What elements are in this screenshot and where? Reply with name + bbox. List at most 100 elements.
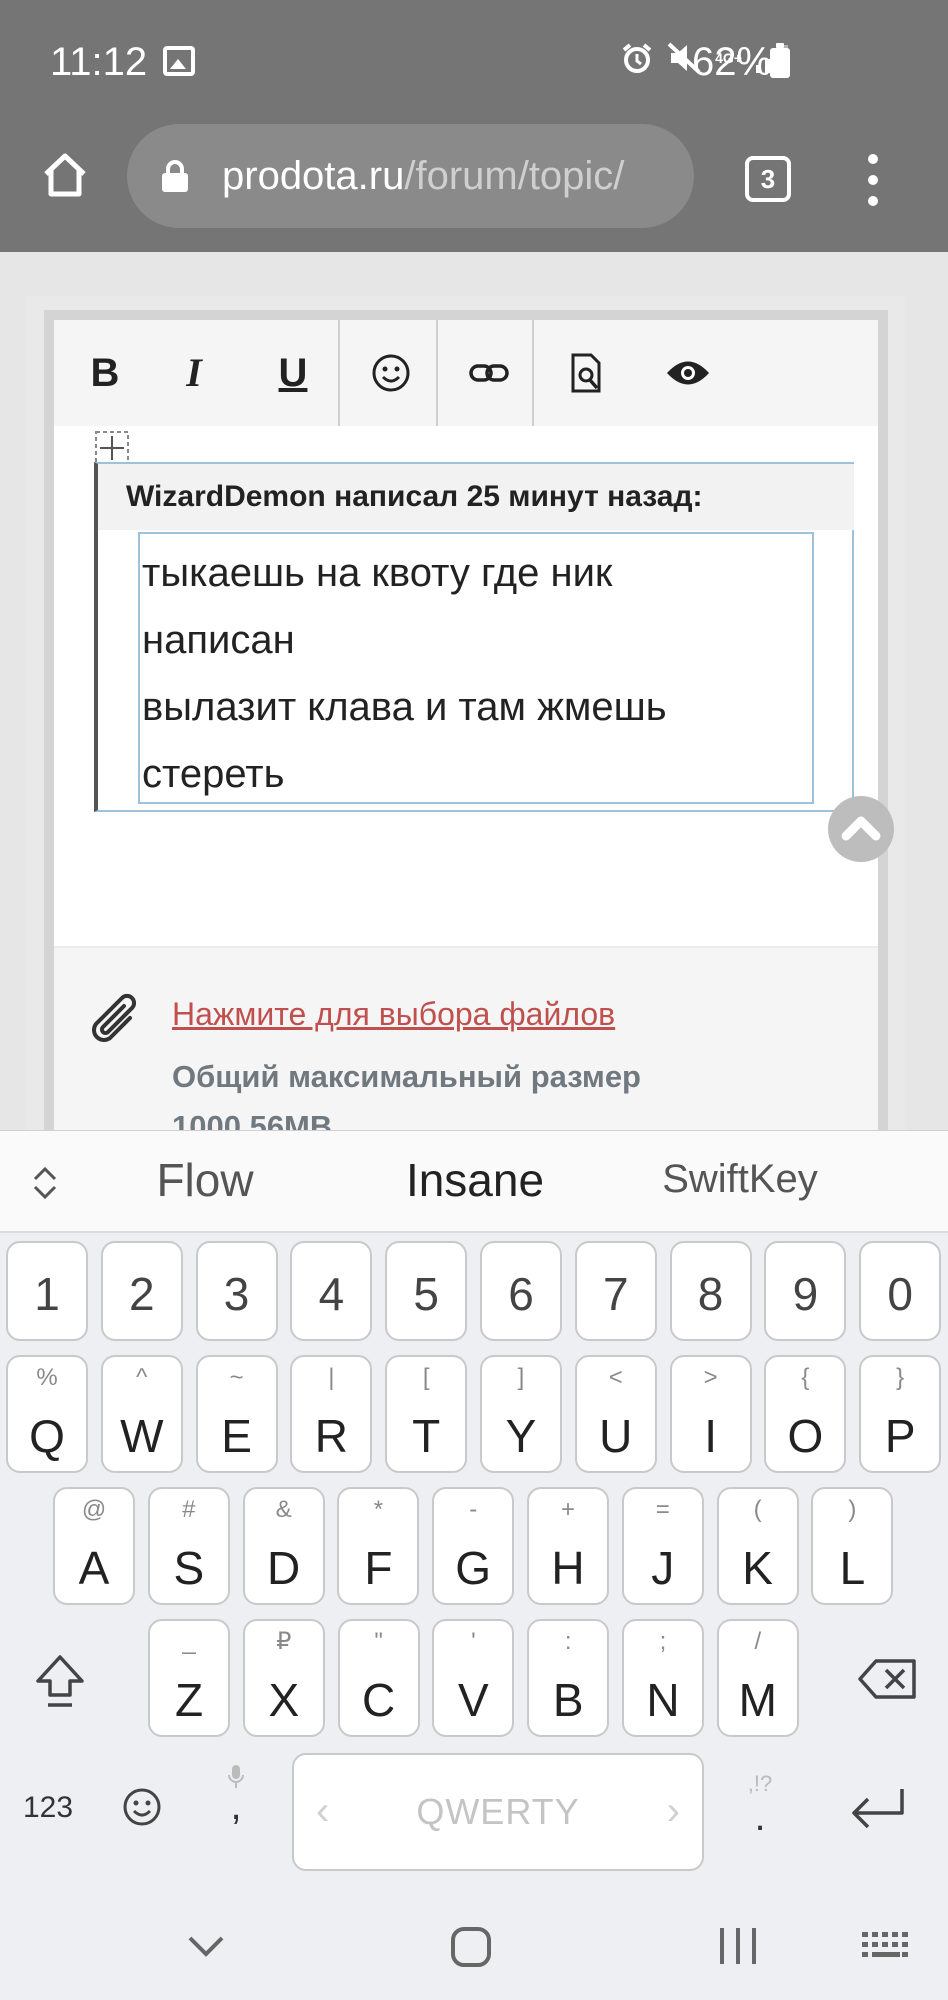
key-8[interactable]: 8	[669, 1241, 752, 1341]
key-q[interactable]: % Q	[6, 1355, 88, 1473]
key-k[interactable]: (K	[716, 1487, 799, 1605]
keyboard-switch-icon[interactable]	[860, 1930, 912, 1962]
phone-screen: 11:12 4G+ 62% prodota.ru/forum/topic/ 3 …	[0, 0, 948, 2000]
web-page: B I U WizardDemon написал 25 минут назад…	[0, 252, 948, 1144]
key-g[interactable]: -G	[432, 1487, 515, 1605]
enter-key[interactable]	[848, 1785, 908, 1831]
key-5-label: 5	[413, 1268, 439, 1320]
key-m[interactable]: / M	[716, 1619, 799, 1737]
key-b-alt-label: :	[564, 1628, 572, 1655]
key-s[interactable]: # S	[147, 1487, 230, 1605]
key-z[interactable]: _ Z	[148, 1619, 230, 1737]
key-a[interactable]: @ A	[53, 1487, 135, 1605]
key-n-alt-label: ;	[659, 1628, 667, 1655]
address-bar[interactable]: prodota.ru/forum/topic/	[127, 124, 694, 228]
key-r-alt-label: |	[328, 1364, 335, 1391]
suggestion-2[interactable]: Insane	[360, 1153, 590, 1207]
quote-header[interactable]: WizardDemon написал 25 минут назад:	[98, 464, 854, 530]
home-nav-icon[interactable]	[450, 1926, 492, 1968]
link-button[interactable]	[464, 346, 514, 400]
suggestion-bar: Flow Insane SwiftKey	[0, 1131, 948, 1233]
key-5[interactable]: 5	[385, 1241, 468, 1341]
key-n-label: N	[646, 1674, 680, 1726]
key-h-label: H	[551, 1542, 585, 1594]
key-x[interactable]: ₽ X	[242, 1619, 325, 1737]
italic-button[interactable]: I	[174, 346, 214, 400]
bold-button[interactable]: B	[80, 346, 130, 400]
key-u[interactable]: < U	[574, 1355, 657, 1473]
tab-switcher-button[interactable]: 3	[745, 156, 791, 202]
url-path: /forum/topic/	[404, 154, 625, 198]
expand-toolbar-icon[interactable]	[30, 1163, 60, 1203]
key-9[interactable]: 9	[764, 1241, 847, 1341]
key-i[interactable]: > I	[669, 1355, 752, 1473]
key-t-alt-label: [	[422, 1364, 430, 1391]
shift-key[interactable]	[32, 1651, 88, 1711]
key-w[interactable]: ^ W	[100, 1355, 183, 1473]
quote-body[interactable]: тыкаешь на квоту где ник написан вылазит…	[138, 532, 814, 804]
scroll-top-button[interactable]	[828, 796, 894, 862]
chevron-right-icon: ›	[666, 1789, 680, 1833]
choose-files-link[interactable]: Нажмите для выбора файлов	[172, 996, 615, 1033]
period-key[interactable]: ,!? .	[738, 1771, 782, 1861]
view-button[interactable]	[658, 346, 718, 400]
suggestion-1[interactable]: Flow	[100, 1153, 310, 1207]
key-6[interactable]: 6	[480, 1241, 562, 1341]
key-j-label: J	[651, 1542, 675, 1594]
comma-key[interactable]: ,	[214, 1763, 258, 1863]
key-1[interactable]: 1	[6, 1241, 88, 1341]
key-3[interactable]: 3	[195, 1241, 278, 1341]
recent-apps-icon[interactable]	[716, 1926, 760, 1966]
hide-keyboard-icon[interactable]	[186, 1934, 226, 1960]
key-0[interactable]: 0	[859, 1241, 942, 1341]
key-y[interactable]: ] Y	[480, 1355, 562, 1473]
key-r[interactable]: | R	[290, 1355, 373, 1473]
move-handle-icon[interactable]	[94, 430, 130, 466]
key-l[interactable]: ) L	[811, 1487, 894, 1605]
key-v-alt-label: '	[471, 1628, 476, 1655]
key-v[interactable]: ' V	[432, 1619, 515, 1737]
url-text: prodota.ru/forum/topic/	[222, 154, 682, 199]
key-c[interactable]: " C	[337, 1619, 420, 1737]
key-e-label: E	[221, 1410, 252, 1462]
rich-text-editor: B I U WizardDemon написал 25 минут назад…	[54, 320, 878, 1144]
backspace-key[interactable]	[858, 1657, 918, 1701]
space-bar[interactable]: ‹ QWERTY ›	[292, 1753, 704, 1871]
more-menu-icon[interactable]	[866, 154, 880, 206]
key-2[interactable]: 2	[100, 1241, 183, 1341]
underline-button[interactable]: U	[270, 346, 316, 400]
key-f[interactable]: * F	[337, 1487, 420, 1605]
key-t[interactable]: [T	[385, 1355, 468, 1473]
battery-icon	[770, 43, 790, 78]
key-d-alt-label: &	[275, 1496, 292, 1523]
emoji-button[interactable]	[366, 346, 416, 400]
numbers-key[interactable]: 123	[18, 1791, 78, 1831]
key-4-label: 4	[318, 1268, 345, 1320]
key-h[interactable]: + H	[527, 1487, 609, 1605]
key-4[interactable]: 4	[290, 1241, 373, 1341]
key-z-label: Z	[174, 1674, 204, 1726]
key-e[interactable]: ~ E	[195, 1355, 278, 1473]
emoji-key[interactable]	[120, 1787, 164, 1831]
key-0-label: 0	[887, 1268, 913, 1320]
key-u-alt-label: <	[608, 1364, 623, 1391]
home-icon[interactable]	[40, 150, 90, 200]
key-n[interactable]: ; N	[622, 1619, 704, 1737]
key-u-label: U	[599, 1410, 633, 1462]
key-j[interactable]: = J	[621, 1487, 704, 1605]
key-h-alt-label: +	[560, 1496, 575, 1523]
space-label: QWERTY	[416, 1791, 580, 1832]
key-p[interactable]: } P	[859, 1355, 942, 1473]
key-m-label: M	[738, 1674, 777, 1726]
key-o[interactable]: {O	[764, 1355, 847, 1473]
quote-line: тыкаешь на квоту где ник	[142, 551, 613, 595]
key-b[interactable]: :B	[527, 1619, 610, 1737]
quote-block[interactable]: WizardDemon написал 25 минут назад: тыка…	[94, 462, 854, 812]
preview-button[interactable]	[562, 346, 612, 400]
key-o-label: O	[787, 1410, 824, 1462]
editor-content[interactable]: WizardDemon написал 25 минут назад: тыка…	[54, 426, 878, 946]
suggestion-3[interactable]: SwiftKey	[620, 1157, 860, 1202]
key-l-alt-label: )	[848, 1496, 857, 1523]
key-d[interactable]: & D	[242, 1487, 325, 1605]
key-7[interactable]: 7	[574, 1241, 657, 1341]
